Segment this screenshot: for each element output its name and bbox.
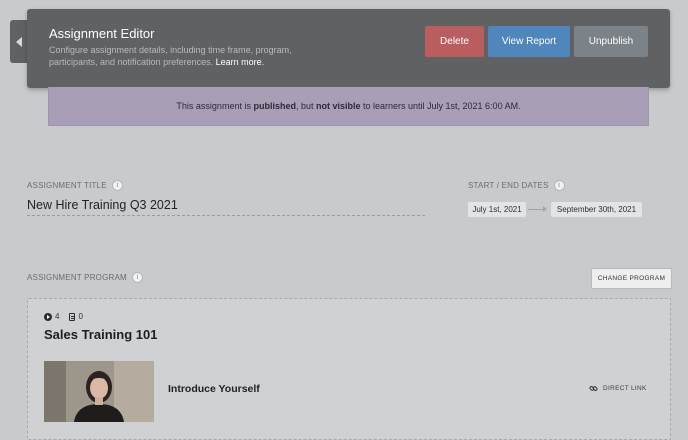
- document-count: 0: [69, 312, 83, 321]
- notice-status: published: [253, 101, 296, 111]
- play-icon: [44, 312, 52, 321]
- unpublish-button[interactable]: Unpublish: [574, 26, 648, 57]
- learn-more-link[interactable]: Learn more.: [216, 57, 265, 67]
- header-description: Configure assignment details, including …: [49, 44, 329, 68]
- publish-status-notice: This assignment is published, but not vi…: [48, 87, 649, 126]
- info-icon[interactable]: i: [553, 180, 565, 191]
- info-icon[interactable]: i: [111, 180, 123, 191]
- assignment-title-input[interactable]: New Hire Training Q3 2021: [27, 198, 425, 216]
- delete-button[interactable]: Delete: [425, 26, 484, 57]
- direct-link-button[interactable]: DIRECT LINK: [589, 384, 647, 393]
- notice-prefix: This assignment is: [176, 101, 254, 111]
- start-date-picker[interactable]: July 1st, 2021: [468, 202, 526, 217]
- arrow-right-icon: [528, 206, 547, 212]
- program-card: 4 0 Sales Training 101 Introduce Yoursel…: [27, 298, 671, 440]
- lesson-video-thumbnail[interactable]: [44, 361, 154, 422]
- document-icon: [69, 312, 76, 321]
- info-icon[interactable]: i: [131, 272, 143, 283]
- dates-label-text: Start / End Dates: [468, 181, 549, 190]
- change-program-button[interactable]: CHANGE PROGRAM: [591, 268, 672, 289]
- assignment-title-label-text: Assignment Title: [27, 181, 107, 190]
- assignment-program-label-text: Assignment Program: [27, 273, 127, 282]
- program-stats: 4 0: [44, 312, 83, 321]
- document-count-value: 0: [78, 312, 83, 321]
- link-icon: [589, 386, 598, 391]
- end-date-picker[interactable]: September 30th, 2021: [551, 202, 642, 217]
- assignment-title-label: Assignment Title i: [27, 180, 123, 191]
- direct-link-label: DIRECT LINK: [603, 385, 647, 392]
- notice-suffix: to learners until July 1st, 2021 6:00 AM…: [360, 101, 521, 111]
- lesson-title[interactable]: Introduce Yourself: [168, 383, 260, 395]
- editor-header: Assignment Editor Configure assignment d…: [27, 9, 670, 88]
- chevron-left-icon: [15, 36, 22, 47]
- view-report-button[interactable]: View Report: [488, 26, 570, 57]
- header-title: Assignment Editor: [49, 26, 155, 41]
- collapse-panel-button[interactable]: [10, 20, 27, 63]
- dates-label: Start / End Dates i: [468, 180, 565, 191]
- notice-visibility: not visible: [315, 101, 361, 111]
- program-name: Sales Training 101: [44, 327, 158, 342]
- notice-middle: , but: [295, 101, 316, 111]
- video-count: 4: [44, 312, 59, 321]
- video-count-value: 4: [55, 312, 60, 321]
- assignment-program-label: Assignment Program i: [27, 272, 143, 283]
